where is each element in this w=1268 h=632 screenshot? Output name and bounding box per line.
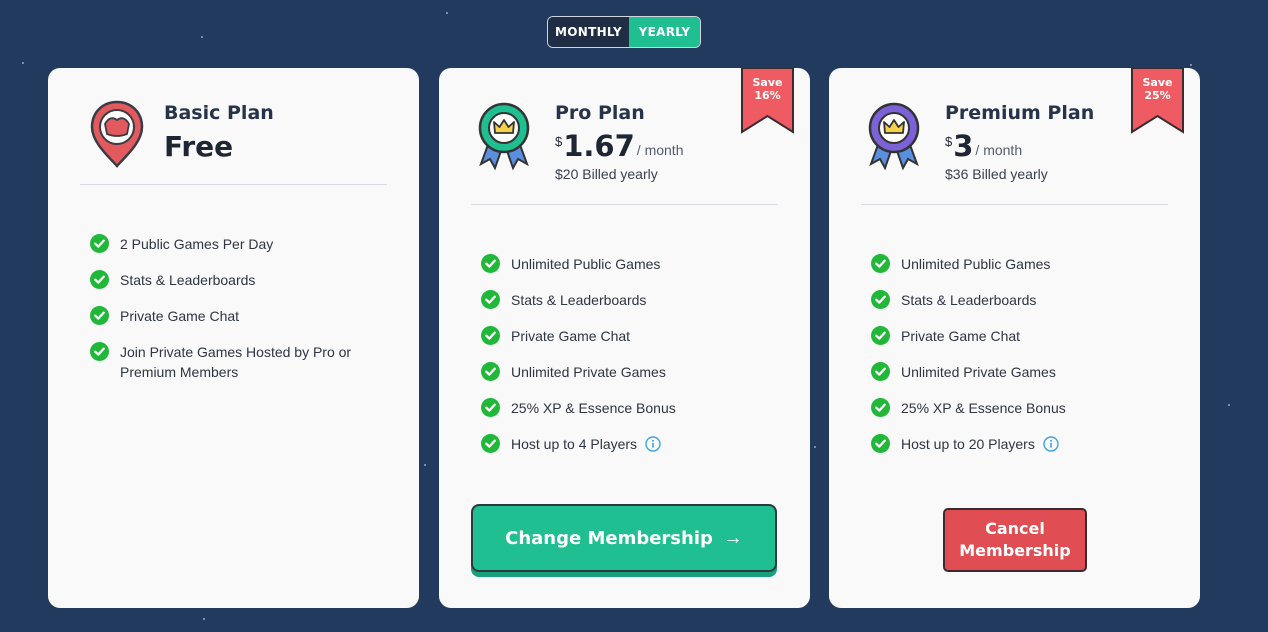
feature-item: Unlimited Private Games (481, 362, 781, 382)
check-circle-icon (871, 434, 890, 453)
feature-item: Stats & Leaderboards (481, 290, 781, 310)
check-circle-icon (90, 234, 109, 253)
feature-label: Private Game Chat (120, 308, 240, 324)
check-circle-icon (90, 342, 109, 361)
feature-item: Unlimited Private Games (871, 362, 1171, 382)
divider (80, 184, 387, 185)
feature-label: Unlimited Public Games (511, 256, 661, 272)
monthly-toggle-option[interactable]: MONTHLY (548, 17, 629, 47)
feature-item: Private Game Chat (871, 326, 1171, 346)
check-circle-icon (481, 326, 500, 345)
feature-label: 25% XP & Essence Bonus (901, 400, 1066, 416)
feature-item: Unlimited Public Games (871, 254, 1171, 274)
background-star (814, 446, 816, 448)
background-star (446, 12, 448, 14)
feature-item: Private Game Chat (481, 326, 781, 346)
change-membership-button[interactable]: Change Membership → (471, 504, 777, 572)
plan-price: Free (164, 130, 234, 163)
plan-name: Premium Plan (945, 102, 1095, 124)
save-ribbon-text: Save 25% (1131, 68, 1184, 134)
billing-toggle: MONTHLY YEARLY (547, 16, 701, 48)
crown-badge-icon (868, 102, 920, 170)
feature-label: Private Game Chat (901, 328, 1021, 344)
background-star (1228, 404, 1230, 406)
pro-plan-card: Save 16% Pro Plan $ 1.67 / month $20 Bill… (439, 68, 810, 608)
feature-item: Join Private Games Hosted by Pro or Prem… (90, 342, 390, 382)
cancel-membership-button[interactable]: Cancel Membership (943, 508, 1087, 572)
currency-symbol: $ (945, 134, 953, 149)
price-amount: 1.67 (563, 129, 635, 163)
feature-item: 25% XP & Essence Bonus (871, 398, 1171, 418)
check-circle-icon (90, 270, 109, 289)
feature-label: Stats & Leaderboards (511, 292, 647, 308)
arrow-right-icon: → (722, 526, 743, 549)
price-period: / month (636, 142, 684, 158)
info-icon[interactable] (645, 436, 661, 452)
feature-item: 25% XP & Essence Bonus (481, 398, 781, 418)
feature-list: Unlimited Public Games Stats & Leaderboa… (481, 254, 781, 470)
check-circle-icon (871, 362, 890, 381)
check-circle-icon (871, 254, 890, 273)
price-period: / month (975, 142, 1023, 158)
check-circle-icon (90, 306, 109, 325)
feature-list: Unlimited Public Games Stats & Leaderboa… (871, 254, 1171, 470)
background-star (22, 62, 24, 64)
save-label: Save (1142, 76, 1173, 89)
background-star (424, 464, 426, 466)
check-circle-icon (481, 362, 500, 381)
button-label: Change Membership (505, 527, 713, 549)
plan-price: $ 1.67 / month (555, 130, 684, 162)
feature-label: Host up to 20 Players (901, 436, 1035, 452)
check-circle-icon (871, 398, 890, 417)
save-percent: 25% (1144, 89, 1171, 102)
check-circle-icon (481, 398, 500, 417)
save-percent: 16% (754, 89, 781, 102)
check-circle-icon (871, 290, 890, 309)
feature-item: 2 Public Games Per Day (90, 234, 390, 254)
feature-label: Unlimited Public Games (901, 256, 1051, 272)
billing-note: $36 Billed yearly (945, 166, 1048, 182)
feature-item: Unlimited Public Games (481, 254, 781, 274)
feature-label: Host up to 4 Players (511, 436, 638, 452)
plan-price: $ 3 / month (945, 130, 1022, 162)
plan-name: Basic Plan (164, 102, 274, 124)
premium-plan-card: Save 25% Premium Plan $ 3 / month $36 Bil… (829, 68, 1200, 608)
check-circle-icon (481, 254, 500, 273)
check-circle-icon (481, 290, 500, 309)
feature-item: Host up to 20 Players (871, 434, 1171, 454)
feature-label: Unlimited Private Games (511, 364, 666, 380)
price-amount: 3 (953, 129, 974, 163)
check-circle-icon (871, 326, 890, 345)
crown-badge-icon (478, 102, 530, 170)
billing-note: $20 Billed yearly (555, 166, 658, 182)
info-icon[interactable] (1043, 436, 1059, 452)
feature-item: Stats & Leaderboards (90, 270, 390, 290)
basic-plan-card: Basic Plan Free 2 Public Games Per Day S… (48, 68, 419, 608)
feature-label: 25% XP & Essence Bonus (511, 400, 676, 416)
plan-name: Pro Plan (555, 102, 645, 124)
divider (861, 204, 1168, 205)
feature-label: Unlimited Private Games (901, 364, 1056, 380)
check-circle-icon (481, 434, 500, 453)
map-pin-icon (90, 100, 144, 168)
feature-list: 2 Public Games Per Day Stats & Leaderboa… (90, 234, 390, 398)
feature-label: Private Game Chat (511, 328, 631, 344)
feature-label: Join Private Games Hosted by Pro or Prem… (120, 344, 352, 380)
save-label: Save (752, 76, 783, 89)
divider (471, 204, 778, 205)
feature-label: Stats & Leaderboards (120, 272, 256, 288)
background-star (201, 36, 203, 38)
background-star (1190, 64, 1192, 66)
yearly-toggle-option[interactable]: YEARLY (629, 17, 700, 47)
feature-label: Stats & Leaderboards (901, 292, 1037, 308)
feature-label: 2 Public Games Per Day (120, 236, 274, 252)
feature-item: Stats & Leaderboards (871, 290, 1171, 310)
feature-item: Private Game Chat (90, 306, 390, 326)
save-ribbon-text: Save 16% (741, 68, 794, 134)
currency-symbol: $ (555, 134, 563, 149)
background-star (203, 618, 205, 620)
feature-item: Host up to 4 Players (481, 434, 781, 454)
